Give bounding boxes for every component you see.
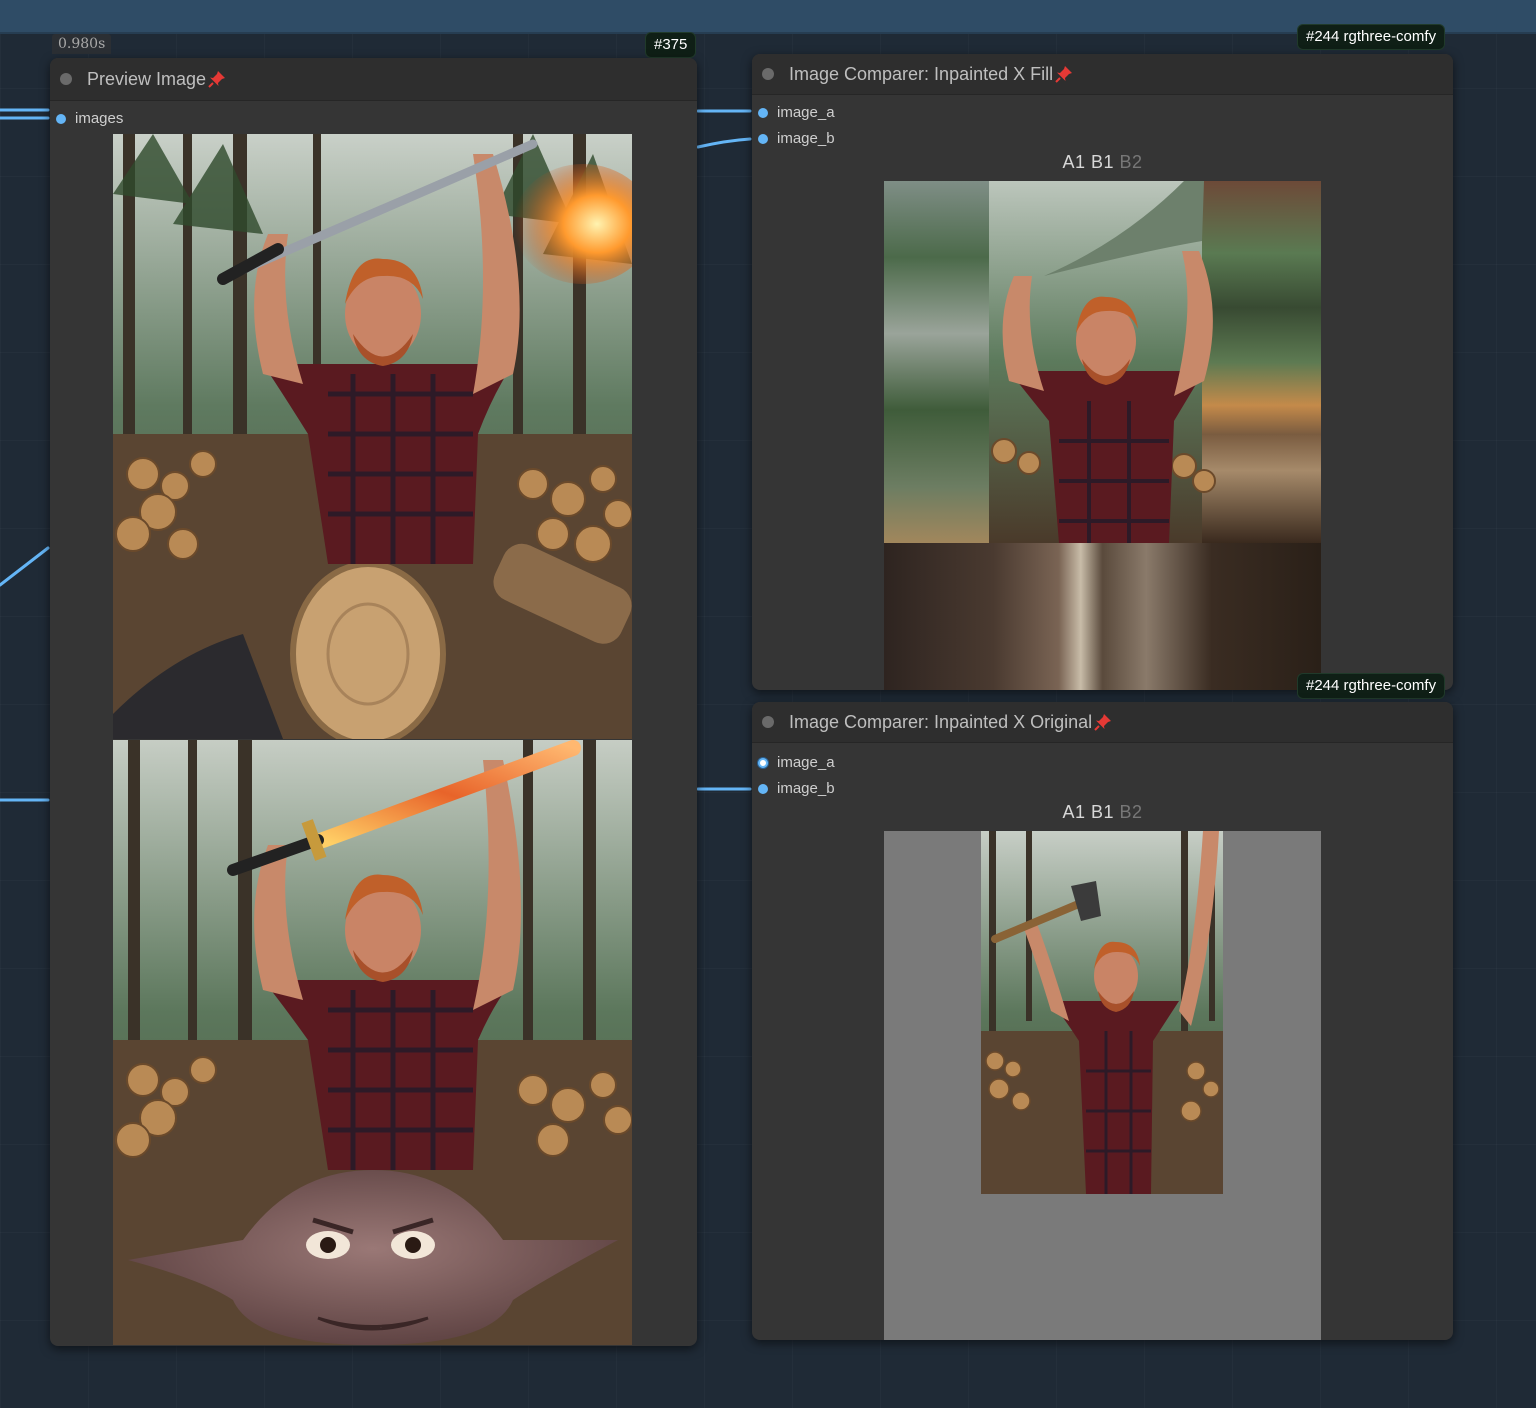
- execution-time: 0.980s: [52, 34, 112, 54]
- collapse-dot[interactable]: [60, 73, 72, 85]
- slot-label: images: [75, 110, 124, 127]
- node-header[interactable]: Preview Image: [50, 58, 697, 101]
- slot-label: image_a: [777, 104, 835, 121]
- node-id-badge-244: #244 rgthree-comfy: [1297, 24, 1446, 50]
- compare-label-a1[interactable]: A1: [1062, 152, 1085, 172]
- compare-label-b1[interactable]: B1: [1091, 152, 1114, 172]
- compare-label-b1[interactable]: B1: [1091, 802, 1114, 822]
- collapse-dot[interactable]: [762, 716, 774, 728]
- node-header[interactable]: Image Comparer: Inpainted X Fill: [752, 54, 1453, 95]
- node-header[interactable]: Image Comparer: Inpainted X Original: [752, 702, 1453, 743]
- slot-connector-dot[interactable]: [758, 133, 768, 144]
- slot-label: image_a: [777, 754, 835, 771]
- input-slot-images[interactable]: images: [56, 110, 123, 127]
- preview-image-node[interactable]: Preview Image images: [50, 58, 697, 1346]
- input-slot-image-b[interactable]: image_b: [758, 780, 835, 797]
- node-title: Image Comparer: Inpainted X Fill: [789, 63, 1054, 84]
- comparer-fill-image[interactable]: [884, 181, 1321, 690]
- node-id-badge-244-obscured: #244 rgthree-comfy: [1297, 673, 1446, 699]
- pin-icon[interactable]: [1055, 65, 1073, 83]
- preview-image-2[interactable]: [113, 740, 632, 1345]
- compare-label-b2[interactable]: B2: [1120, 802, 1143, 822]
- link-left-diagonal: [0, 546, 50, 587]
- input-slot-image-b[interactable]: image_b: [758, 130, 835, 147]
- compare-label-b2[interactable]: B2: [1120, 152, 1143, 172]
- link-fill-image-b: [696, 137, 752, 149]
- compare-label-a1[interactable]: A1: [1062, 802, 1085, 822]
- image-comparer-original-node[interactable]: Image Comparer: Inpainted X Original ima…: [752, 702, 1453, 1340]
- slot-connector-dot[interactable]: [758, 107, 768, 118]
- slot-label: image_b: [777, 130, 835, 147]
- input-slot-image-a[interactable]: image_a: [758, 754, 835, 771]
- compare-selector[interactable]: A1 B1 B2: [752, 152, 1453, 173]
- comparer-original-image[interactable]: [884, 831, 1321, 1340]
- node-id-badge-375: #375: [645, 32, 697, 58]
- slot-connector-dot[interactable]: [758, 783, 768, 794]
- compare-selector[interactable]: A1 B1 B2: [752, 802, 1453, 823]
- pin-icon[interactable]: [1094, 713, 1112, 731]
- node-title: Preview Image: [87, 68, 207, 89]
- input-slot-image-a[interactable]: image_a: [758, 104, 835, 121]
- node-title: Image Comparer: Inpainted X Original: [789, 711, 1093, 732]
- slot-connector-dot-unlinked[interactable]: [758, 757, 768, 768]
- preview-image-1[interactable]: [113, 134, 632, 739]
- image-comparer-fill-node[interactable]: Image Comparer: Inpainted X Fill image_a…: [752, 54, 1453, 690]
- slot-label: image_b: [777, 780, 835, 797]
- pin-icon[interactable]: [208, 70, 226, 88]
- collapse-dot[interactable]: [762, 68, 774, 80]
- slot-connector-dot[interactable]: [56, 113, 66, 124]
